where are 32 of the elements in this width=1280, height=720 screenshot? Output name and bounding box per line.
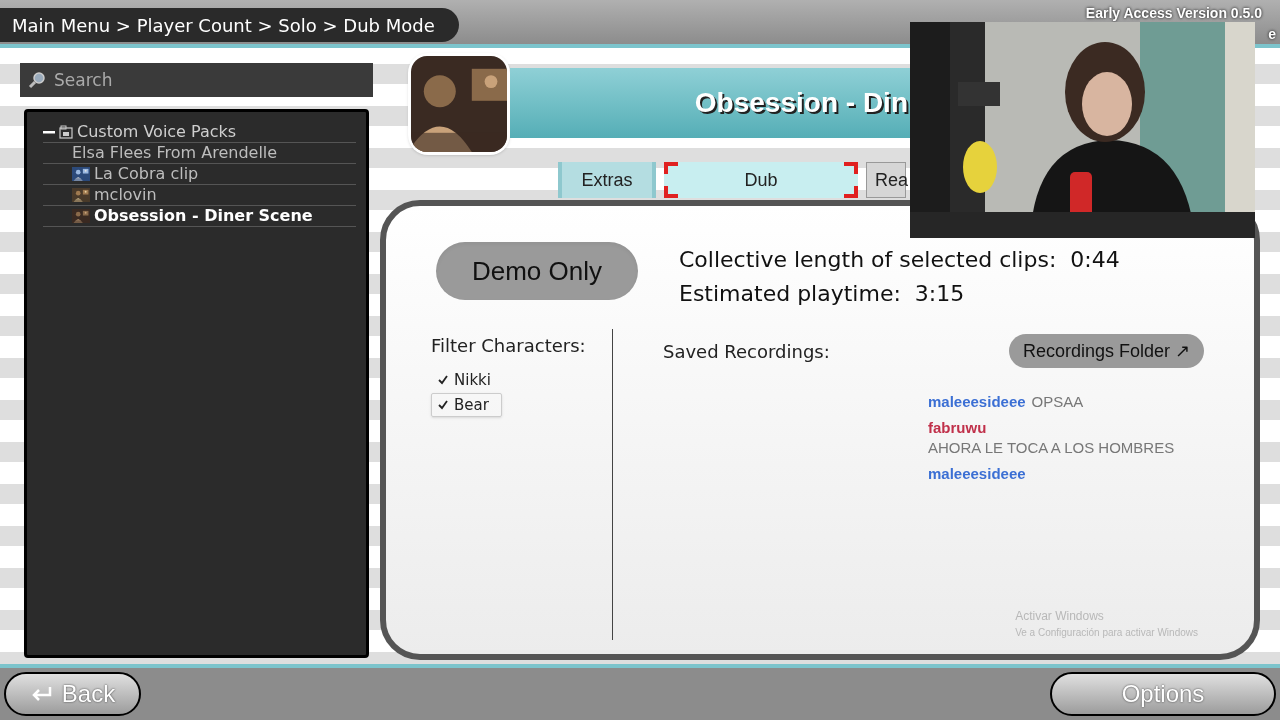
saved-recordings-label: Saved Recordings:	[663, 339, 830, 364]
character-checkbox[interactable]: Bear	[431, 393, 502, 417]
search-field[interactable]: Search	[20, 63, 373, 97]
tab[interactable]: Dub	[664, 162, 858, 198]
clip-title-banner: Obsession - Din	[510, 68, 910, 138]
character-checkbox[interactable]: Nikki	[431, 369, 502, 391]
stat-value: 3:15	[914, 280, 965, 308]
cut-label: e	[1268, 25, 1276, 44]
tree-item[interactable]: La Cobra clip	[43, 164, 356, 185]
stat-value: 0:44	[1070, 246, 1120, 274]
chat-message: OPSAA	[1031, 392, 1084, 412]
check-icon	[438, 375, 448, 385]
demo-only-button[interactable]: Demo Only	[436, 242, 638, 300]
check-icon	[438, 400, 448, 410]
tree-item[interactable]: Elsa Flees From Arendelle	[43, 143, 356, 164]
tree-item[interactable]: Obsession - Diner Scene	[43, 206, 356, 227]
tab[interactable]: Rea	[866, 162, 906, 198]
folder-icon	[59, 125, 73, 139]
chat-username: maleeesideee	[928, 392, 1026, 412]
stat-label: Collective length of selected clips:	[679, 246, 1057, 274]
tab[interactable]: Extras	[558, 162, 656, 198]
chat-username: fabruwu	[928, 418, 987, 438]
breadcrumb: Main Menu > Player Count > Solo > Dub Mode	[12, 13, 435, 38]
chat-message: AHORA LE TOCA A LOS HOMBRES	[928, 438, 1175, 458]
filter-label: Filter Characters:	[431, 334, 587, 358]
tree-item[interactable]: Custom Voice Packs	[43, 122, 356, 143]
search-icon	[28, 71, 46, 89]
recordings-folder-button[interactable]: Recordings Folder ↗	[1008, 334, 1204, 368]
tree-item[interactable]: mclovin	[43, 185, 356, 206]
chat-username: maleeesideee	[928, 464, 1026, 484]
stat-label: Estimated playtime:	[679, 280, 901, 308]
version-label: Early Access Version 0.5.0	[1085, 4, 1262, 23]
